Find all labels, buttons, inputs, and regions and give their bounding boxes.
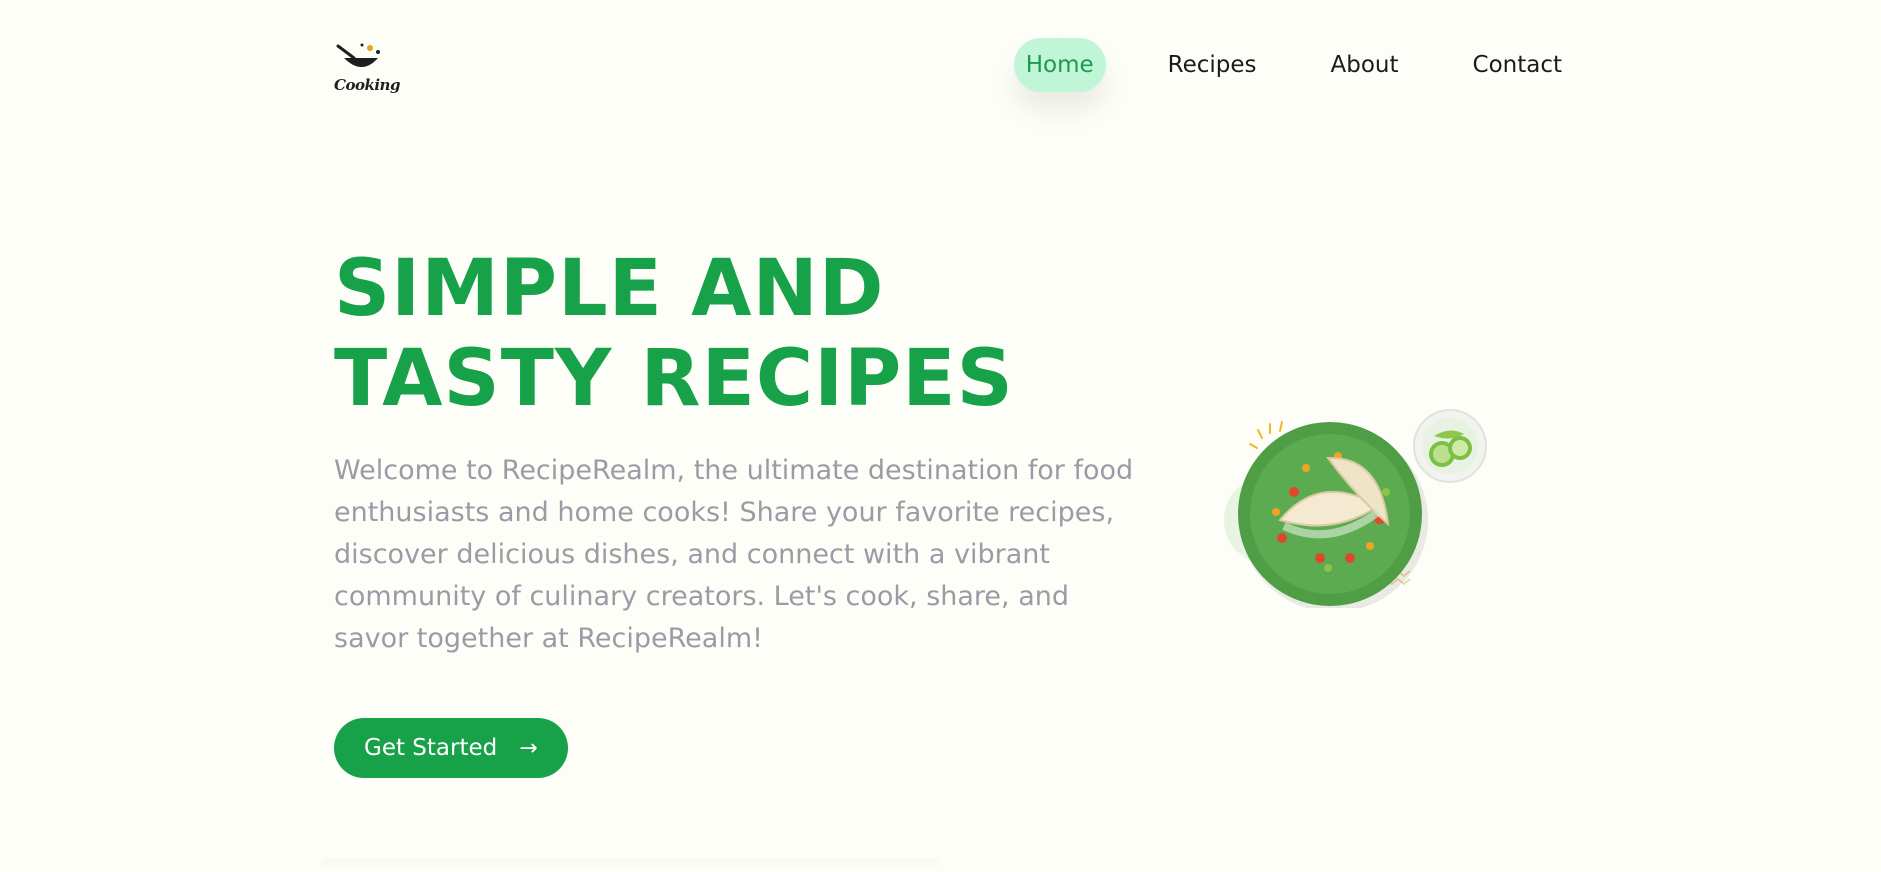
nav-item-recipes[interactable]: Recipes	[1156, 38, 1269, 92]
get-started-button[interactable]: Get Started →	[334, 718, 568, 778]
landing-page: Cooking Home Recipes About Contact SIMPL…	[0, 0, 1881, 872]
nav-item-home[interactable]: Home	[1013, 38, 1106, 92]
main-nav: Home Recipes About Contact	[1013, 38, 1574, 92]
hero-title-line-2: TASTY RECIPES	[334, 334, 1014, 424]
hero-title: SIMPLE AND TASTY RECIPES	[334, 244, 1094, 424]
hero-title-line-1: SIMPLE AND	[334, 244, 885, 334]
hero-description: Welcome to RecipeRealm, the ultimate des…	[334, 455, 1134, 654]
arrow-right-icon: →	[519, 735, 538, 761]
next-section-edge	[320, 858, 940, 872]
nav-item-about[interactable]: About	[1319, 38, 1411, 92]
nav-item-contact[interactable]: Contact	[1461, 38, 1574, 92]
brand-logo[interactable]: Cooking	[334, 42, 400, 98]
hero-food-image	[1210, 408, 1500, 612]
logo-text: Cooking	[334, 76, 400, 94]
tacos-plate-illustration	[1224, 409, 1487, 612]
cooking-pot-icon	[336, 43, 380, 67]
get-started-label: Get Started	[364, 735, 498, 761]
site-header: Cooking Home Recipes About Contact	[334, 36, 1574, 106]
